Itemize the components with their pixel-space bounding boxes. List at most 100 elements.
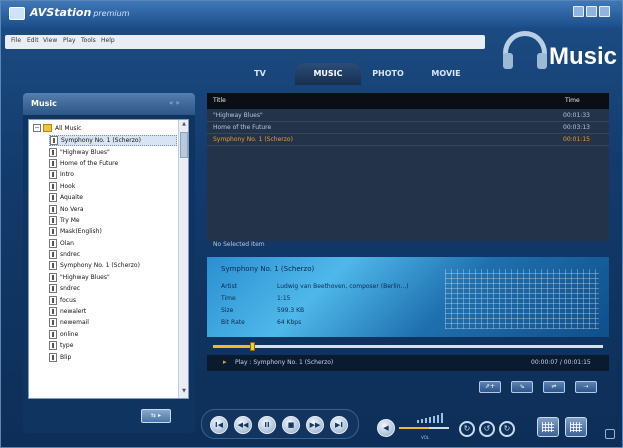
- tree-item-label: focus: [60, 296, 77, 304]
- menu-help[interactable]: Help: [101, 37, 115, 44]
- playlist-row-title: "Highway Blues": [213, 112, 263, 119]
- col-title-header[interactable]: Title: [213, 97, 226, 104]
- playlist-row-time: 00:01:33: [563, 112, 590, 119]
- close-button[interactable]: [599, 6, 610, 17]
- tree-item[interactable]: "Highway Blues": [49, 272, 177, 283]
- shuffle-button[interactable]: ⇌: [543, 381, 565, 393]
- tree-item[interactable]: "Highway Blues": [49, 146, 177, 157]
- playlist-row[interactable]: Home of the Future 00:03:13: [207, 123, 609, 134]
- tree-scrollbar[interactable]: ▲ ▼: [178, 120, 188, 398]
- tree-root-label: All Music: [55, 124, 82, 132]
- tab-movie[interactable]: MOVIE: [413, 63, 479, 85]
- grid-icon: [542, 422, 554, 432]
- tree-item[interactable]: sndrec: [49, 249, 177, 260]
- app-title-text: AVStation: [30, 6, 92, 19]
- volume-slider[interactable]: [399, 427, 449, 429]
- remove-from-playlist-button[interactable]: ⇘: [511, 381, 533, 393]
- tab-photo[interactable]: PHOTO: [355, 63, 421, 85]
- equalizer-button[interactable]: [565, 417, 587, 437]
- col-time-header[interactable]: Time: [565, 97, 580, 104]
- info-time-value: 1:15: [277, 295, 291, 302]
- tree-item-label: Blip: [60, 353, 72, 361]
- next-track-button[interactable]: ▶I: [330, 416, 348, 434]
- tree-item-label: type: [60, 342, 74, 350]
- menu-view[interactable]: View: [43, 37, 57, 44]
- tree-item[interactable]: Mask(English): [49, 226, 177, 237]
- tab-tv[interactable]: TV: [227, 63, 293, 85]
- music-file-icon: [49, 158, 57, 168]
- grid-view-button[interactable]: [537, 417, 559, 437]
- tab-music[interactable]: MUSIC: [295, 63, 361, 85]
- export-button[interactable]: ⇢: [575, 381, 597, 393]
- tree-item[interactable]: online: [49, 329, 177, 340]
- menu-tools[interactable]: Tools: [81, 37, 96, 44]
- music-file-icon: [49, 250, 57, 260]
- transport-controls: I◀ ◀◀ II ■ ▶▶ ▶I: [201, 409, 359, 439]
- seek-bar[interactable]: [213, 342, 603, 351]
- music-file-icon: [50, 136, 58, 146]
- library-action-button[interactable]: ⇆ ▸: [141, 409, 171, 423]
- repeat-button[interactable]: ↻: [459, 421, 475, 437]
- music-file-icon: [49, 181, 57, 191]
- tree-item[interactable]: Intro: [49, 169, 177, 180]
- tree-item[interactable]: focus: [49, 294, 177, 305]
- volume-label: VOL: [421, 435, 430, 440]
- tree-item[interactable]: Hook: [49, 181, 177, 192]
- tree-item[interactable]: Home of the Future: [49, 158, 177, 169]
- music-file-icon: [49, 352, 57, 362]
- rewind-button[interactable]: ◀◀: [234, 416, 252, 434]
- maximize-button[interactable]: [586, 6, 597, 17]
- music-file-icon: [49, 193, 57, 203]
- scroll-up-icon[interactable]: ▲: [180, 121, 188, 129]
- folder-icon: [43, 124, 52, 132]
- tree-item-label: Olan: [60, 239, 74, 247]
- previous-track-button[interactable]: I◀: [210, 416, 228, 434]
- tree-item-label: online: [60, 330, 79, 338]
- scroll-down-icon[interactable]: ▼: [180, 388, 188, 396]
- tree-item[interactable]: sndrec: [49, 283, 177, 294]
- tree-item-label: newalert: [60, 308, 87, 316]
- tree-item-label: Mask(English): [60, 228, 102, 236]
- tree-item[interactable]: No Vera: [49, 203, 177, 214]
- music-file-icon: [49, 329, 57, 339]
- tree-item[interactable]: Symphony No. 1 (Scherzo): [49, 260, 177, 271]
- app-title: AVStation premium: [30, 6, 129, 19]
- menu-edit[interactable]: Edit: [27, 37, 39, 44]
- minimize-button[interactable]: [573, 6, 584, 17]
- tree-item[interactable]: Aquaite: [49, 192, 177, 203]
- playlist-row[interactable]: Symphony No. 1 (Scherzo) 00:01:15: [207, 135, 609, 146]
- scroll-thumb[interactable]: [180, 132, 188, 158]
- tree-root-all-music[interactable]: − All Music: [33, 122, 81, 134]
- playlist-row-time: 00:03:13: [563, 124, 590, 131]
- fast-forward-button[interactable]: ▶▶: [306, 416, 324, 434]
- tree-item[interactable]: Symphony No. 1 (Scherzo): [49, 135, 177, 147]
- music-file-icon: [49, 204, 57, 214]
- tree-item[interactable]: Try Me: [49, 215, 177, 226]
- tree-item[interactable]: newemail: [49, 317, 177, 328]
- tree-item[interactable]: newalert: [49, 306, 177, 317]
- menu-play[interactable]: Play: [63, 37, 76, 44]
- menu-file[interactable]: File: [11, 37, 21, 44]
- playlist-row[interactable]: "Highway Blues" 00:01:33: [207, 111, 609, 122]
- resize-grip-icon[interactable]: [605, 429, 615, 439]
- repeat-one-button[interactable]: ↺: [479, 421, 495, 437]
- seek-handle[interactable]: [250, 342, 255, 351]
- tree-item[interactable]: type: [49, 340, 177, 351]
- volume-bars-icon: [417, 413, 443, 423]
- library-tree: − All Music Symphony No. 1 (Scherzo) "Hig…: [28, 119, 189, 399]
- add-to-playlist-button[interactable]: ⇗+: [479, 381, 501, 393]
- music-file-icon: [49, 261, 57, 271]
- collapse-arrows-icon[interactable]: « »: [169, 99, 180, 107]
- tree-item-label: Aquaite: [60, 194, 83, 202]
- collapse-icon[interactable]: −: [33, 124, 41, 132]
- tree-item-label: "Highway Blues": [60, 273, 110, 281]
- track-info-panel: Symphony No. 1 (Scherzo) Artist Ludwig v…: [207, 257, 609, 337]
- stop-button[interactable]: ■: [282, 416, 300, 434]
- info-size-value: 599.3 KB: [277, 307, 305, 314]
- pause-button[interactable]: II: [258, 416, 276, 434]
- play-indicator-icon: ▸: [223, 358, 227, 366]
- tree-item[interactable]: Blip: [49, 351, 177, 362]
- tree-item[interactable]: Olan: [49, 238, 177, 249]
- mute-button[interactable]: ◀: [377, 419, 395, 437]
- repeat-all-button[interactable]: ↻: [499, 421, 515, 437]
